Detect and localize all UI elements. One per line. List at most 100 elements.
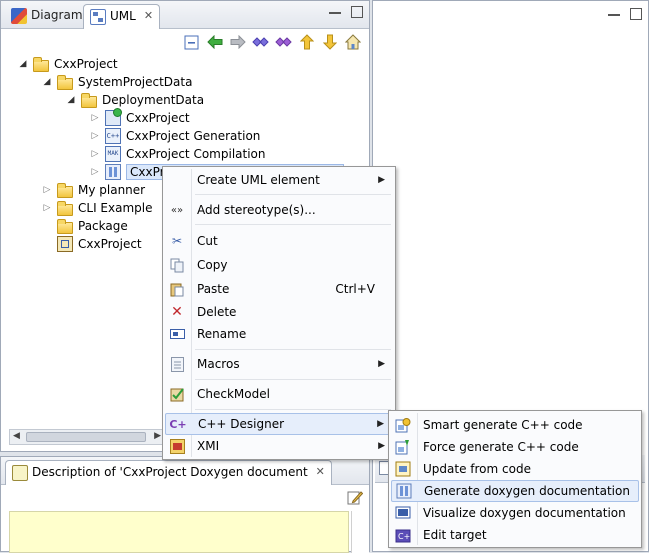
- tree-item-label: My planner: [78, 183, 146, 197]
- menu-item-delete[interactable]: ✕ Delete: [165, 301, 393, 323]
- horizontal-scrollbar[interactable]: ◀ ▶: [9, 429, 165, 445]
- menu-item-create-uml-element[interactable]: Create UML element ▶: [165, 169, 393, 191]
- collapsed-arrow-icon[interactable]: ▷: [89, 131, 101, 141]
- menu-item-label: Macros: [197, 357, 240, 371]
- view-toolbar: [183, 32, 361, 52]
- tree-item[interactable]: Package: [41, 217, 128, 235]
- minimize-icon[interactable]: [608, 8, 620, 16]
- menu-separator: [195, 379, 391, 380]
- context-menu: Create UML element ▶ «» Add stereotype(s…: [162, 166, 396, 460]
- submenu-item-generate-doxygen[interactable]: Generate doxygen documentation: [391, 480, 639, 502]
- macros-icon: [169, 356, 185, 372]
- down-arrow-icon[interactable]: [321, 34, 338, 51]
- tree-item-label: SystemProjectData: [78, 75, 193, 89]
- menu-item-label: Force generate C++ code: [423, 440, 579, 454]
- back-arrow-icon[interactable]: [206, 34, 223, 51]
- menu-separator: [195, 409, 391, 410]
- menu-item-label: Rename: [197, 327, 247, 341]
- generate-doxygen-icon: [396, 483, 412, 499]
- tree-item-label: CxxProject: [126, 111, 190, 125]
- scroll-left-icon[interactable]: ◀: [13, 431, 20, 441]
- forward-arrow-icon[interactable]: [229, 34, 246, 51]
- menu-item-cut[interactable]: ✂ Cut: [165, 230, 393, 252]
- home-icon[interactable]: [344, 34, 361, 51]
- tree-item[interactable]: ▷ My planner: [41, 181, 145, 199]
- copy-icon: [169, 257, 185, 273]
- expanded-arrow-icon[interactable]: ◢: [65, 95, 77, 105]
- menu-item-label: Update from code: [423, 462, 531, 476]
- description-vertical-scrollbar[interactable]: [351, 511, 369, 553]
- menu-item-checkmodel[interactable]: CheckModel: [165, 383, 393, 405]
- collapsed-arrow-icon[interactable]: ▷: [41, 203, 53, 213]
- menu-item-paste[interactable]: Paste Ctrl+V: [165, 278, 393, 300]
- collapse-all-icon[interactable]: [183, 34, 200, 51]
- tree-item[interactable]: ▷ CxxProject: [89, 108, 190, 127]
- uml-icon: [90, 9, 106, 25]
- scroll-right-icon[interactable]: ▶: [154, 431, 161, 441]
- submenu-item-force-generate[interactable]: Force generate C++ code: [391, 436, 639, 458]
- tab-diagrams-label: Diagrams: [31, 8, 89, 22]
- collapsed-arrow-icon[interactable]: ▷: [89, 113, 101, 123]
- submenu-item-update-from-code[interactable]: Update from code: [391, 458, 639, 480]
- menu-item-label: Add stereotype(s)...: [197, 203, 316, 217]
- tree-item[interactable]: ◢ DeploymentData: [65, 91, 204, 109]
- menu-item-label: CheckModel: [197, 387, 270, 401]
- expanded-arrow-icon[interactable]: ◢: [41, 77, 53, 87]
- edit-target-icon: C++: [395, 527, 411, 543]
- scrollbar-thumb[interactable]: [26, 432, 146, 442]
- previous-diamond-icon[interactable]: [252, 34, 269, 51]
- collapsed-arrow-icon[interactable]: ▷: [89, 149, 101, 159]
- menu-item-xmi[interactable]: XMI ▶: [165, 435, 393, 457]
- description-icon: [12, 465, 28, 481]
- submenu-item-edit-target[interactable]: C++ Edit target: [391, 524, 639, 546]
- tree-item-label: CxxProject Compilation: [126, 147, 266, 161]
- submenu-arrow-icon: ▶: [377, 419, 384, 429]
- up-arrow-icon[interactable]: [298, 34, 315, 51]
- description-tab-bar: Description of 'CxxProject Doxygen docum…: [1, 457, 369, 485]
- description-text-area[interactable]: [9, 511, 349, 553]
- collapsed-arrow-icon[interactable]: ▷: [89, 167, 101, 177]
- expanded-arrow-icon[interactable]: ◢: [17, 59, 29, 69]
- menu-item-macros[interactable]: Macros ▶: [165, 353, 393, 375]
- menu-item-label: Cut: [197, 234, 218, 248]
- tree-item-label: DeploymentData: [102, 93, 205, 107]
- minimize-icon[interactable]: [329, 6, 341, 14]
- menu-item-label: Copy: [197, 258, 228, 272]
- close-icon[interactable]: ✕: [144, 9, 153, 22]
- menu-item-cpp-designer[interactable]: C+ C++ Designer ▶: [165, 413, 393, 435]
- tree-item[interactable]: ▷ CLI Example: [41, 199, 152, 217]
- tab-diagrams[interactable]: Diagrams: [5, 4, 95, 29]
- tree-item[interactable]: ▷ MAK CxxProject Compilation: [89, 145, 266, 163]
- tree-item[interactable]: CxxProject: [41, 235, 142, 253]
- folder-icon: [57, 182, 73, 198]
- doxygen-doc-icon: [105, 164, 121, 180]
- cxx-generation-icon: C++: [105, 128, 121, 144]
- close-icon[interactable]: ✕: [316, 465, 325, 478]
- menu-item-rename[interactable]: Rename: [165, 323, 393, 345]
- edit-description-icon[interactable]: [347, 489, 364, 505]
- submenu-item-visualize-doxygen[interactable]: Visualize doxygen documentation: [391, 502, 639, 524]
- menu-item-label: Edit target: [423, 528, 487, 542]
- tab-description[interactable]: Description of 'CxxProject Doxygen docum…: [5, 460, 332, 485]
- paste-shortcut: Ctrl+V: [335, 282, 375, 296]
- checkmodel-icon: [169, 386, 185, 402]
- menu-item-add-stereotypes[interactable]: «» Add stereotype(s)...: [165, 199, 393, 221]
- paste-icon: [169, 281, 185, 297]
- cpp-designer-icon: C+: [169, 417, 187, 431]
- menu-item-label: Generate doxygen documentation: [424, 484, 630, 498]
- collapsed-arrow-icon[interactable]: ▷: [41, 185, 53, 195]
- folder-icon: [57, 74, 73, 90]
- maximize-icon[interactable]: [630, 8, 642, 20]
- tree-item-label: CxxProject: [54, 57, 118, 71]
- tree-item[interactable]: ◢ SystemProjectData: [41, 73, 192, 91]
- tab-uml[interactable]: UML ✕: [83, 4, 161, 29]
- force-generate-icon: [395, 439, 411, 455]
- tree-item[interactable]: ▷ C++ CxxProject Generation: [89, 127, 260, 145]
- tree-item[interactable]: ◢ CxxProject: [17, 55, 118, 73]
- maximize-icon[interactable]: [351, 6, 363, 18]
- description-view: Description of 'CxxProject Doxygen docum…: [0, 456, 370, 553]
- menu-item-copy[interactable]: Copy: [165, 254, 393, 276]
- submenu-item-smart-generate[interactable]: Smart generate C++ code: [391, 414, 639, 436]
- cpp-designer-submenu: Smart generate C++ code Force generate C…: [388, 410, 642, 548]
- next-diamond-icon[interactable]: [275, 34, 292, 51]
